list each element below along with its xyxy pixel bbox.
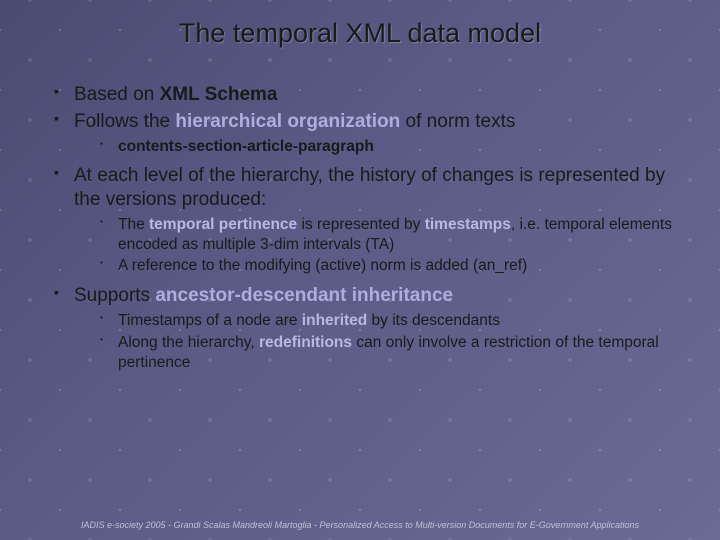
footer-text: IADIS e-society 2005 - Grandi Scalas Man…: [0, 520, 720, 530]
bullet-1: Based on XML Schema: [28, 83, 692, 107]
bullet-2: Follows the hierarchical organization of…: [28, 110, 692, 134]
text: Follows the: [74, 111, 175, 132]
bullet-3-1: The temporal pertinence is represented b…: [28, 215, 692, 255]
term: ancestor-descendant inheritance: [155, 285, 453, 306]
term: timestamps: [425, 216, 511, 233]
text: Along the hierarchy,: [118, 334, 259, 351]
strong-text: contents-section-article-paragraph: [118, 138, 374, 155]
term: hierarchical organization: [175, 111, 400, 132]
slide-content: The temporal XML data model Based on XML…: [0, 0, 720, 373]
bullet-3-2: A reference to the modifying (active) no…: [28, 256, 692, 276]
bullet-4-2: Along the hierarchy, redefinitions can o…: [28, 333, 692, 373]
term: redefinitions: [259, 334, 352, 351]
text: The: [118, 216, 149, 233]
text: of norm texts: [400, 111, 515, 132]
slide-title: The temporal XML data model: [28, 18, 692, 49]
text: is represented by: [297, 216, 425, 233]
bullet-list: Based on XML Schema Follows the hierarch…: [28, 83, 692, 373]
text: Based on: [74, 84, 160, 105]
bullet-3: At each level of the hierarchy, the hist…: [28, 164, 692, 212]
text: by its descendants: [367, 312, 500, 329]
term: inherited: [302, 312, 367, 329]
strong-text: XML Schema: [160, 84, 278, 105]
text: Supports: [74, 285, 155, 306]
text: Timestamps of a node are: [118, 312, 302, 329]
bullet-4-1: Timestamps of a node are inherited by it…: [28, 311, 692, 331]
bullet-2-1: contents-section-article-paragraph: [28, 137, 692, 157]
term: temporal pertinence: [149, 216, 297, 233]
slide: The temporal XML data model Based on XML…: [0, 0, 720, 540]
bullet-4: Supports ancestor-descendant inheritance: [28, 284, 692, 308]
